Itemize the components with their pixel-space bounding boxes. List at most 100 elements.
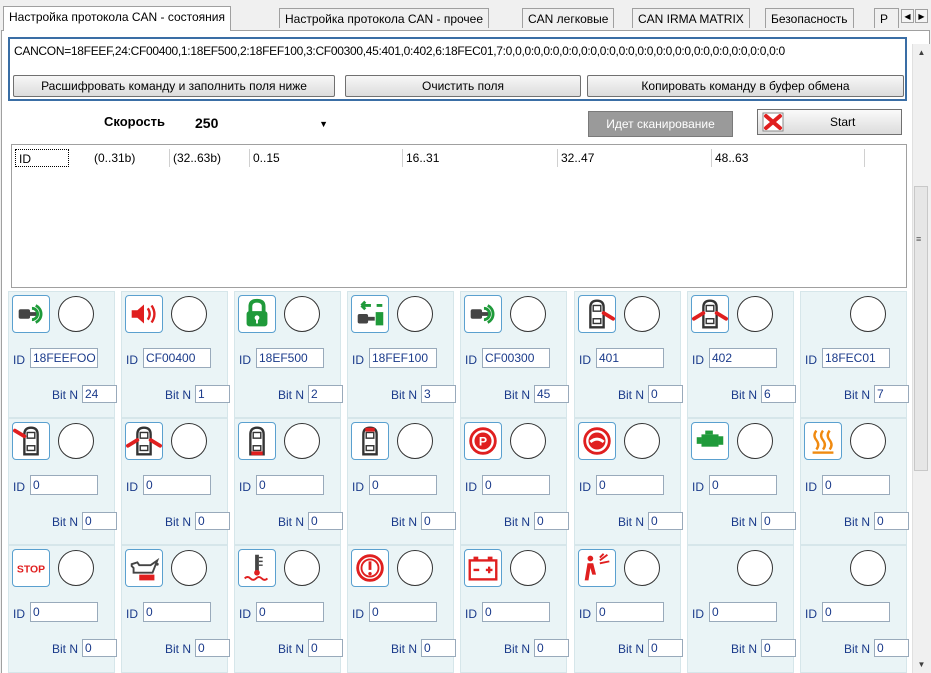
bit-input[interactable]: 2 bbox=[308, 385, 343, 403]
car-doors-open-icon[interactable] bbox=[691, 295, 729, 333]
bit-input[interactable]: 6 bbox=[761, 385, 796, 403]
id-input[interactable]: 402 bbox=[709, 348, 777, 368]
key-signal-icon[interactable] bbox=[464, 295, 502, 333]
warning-circle-icon[interactable] bbox=[351, 549, 389, 587]
id-input[interactable]: 0 bbox=[30, 475, 98, 495]
padlock-icon[interactable] bbox=[238, 295, 276, 333]
key-arrow-icon[interactable] bbox=[351, 295, 389, 333]
id-input[interactable]: 18FEF100 bbox=[369, 348, 437, 368]
id-input[interactable]: 0 bbox=[709, 602, 777, 622]
bit-input[interactable]: 0 bbox=[195, 512, 230, 530]
id-input[interactable]: 0 bbox=[822, 475, 890, 495]
command-string[interactable]: CANCON=18FEEF,24:CF00400,1:18EF500,2:18F… bbox=[14, 44, 899, 60]
col-header-32-47[interactable]: 32..47 bbox=[558, 149, 712, 167]
car-doors-open-icon[interactable] bbox=[125, 422, 163, 460]
bit-input[interactable]: 0 bbox=[874, 639, 909, 657]
battery-icon[interactable] bbox=[464, 549, 502, 587]
bit-input[interactable]: 0 bbox=[195, 639, 230, 657]
bit-input[interactable]: 1 bbox=[195, 385, 230, 403]
vertical-scrollbar[interactable]: ▲ ≡ ▼ bbox=[912, 44, 930, 673]
speed-select[interactable]: 250 ▼ bbox=[190, 111, 333, 135]
id-input[interactable]: 0 bbox=[369, 602, 437, 622]
tab-can-other[interactable]: Настройка протокола CAN - прочее bbox=[279, 8, 490, 28]
bit-input[interactable]: 0 bbox=[534, 512, 569, 530]
clear-fields-button[interactable]: Очистить поля bbox=[345, 75, 581, 97]
id-input[interactable]: CF00300 bbox=[482, 348, 550, 368]
id-input[interactable]: 0 bbox=[596, 602, 664, 622]
scroll-thumb[interactable] bbox=[914, 186, 928, 471]
tab-scroll-left-icon[interactable]: ◀ bbox=[901, 9, 914, 23]
tab-partial[interactable]: P bbox=[874, 8, 899, 28]
id-input[interactable]: 0 bbox=[822, 602, 890, 622]
bit-label: Bit N bbox=[504, 388, 531, 402]
car-door-right-icon[interactable] bbox=[578, 295, 616, 333]
id-input[interactable]: 0 bbox=[709, 475, 777, 495]
bit-input[interactable]: 0 bbox=[648, 385, 683, 403]
bit-input[interactable]: 3 bbox=[421, 385, 456, 403]
id-input[interactable]: 0 bbox=[482, 602, 550, 622]
horn-icon[interactable] bbox=[125, 295, 163, 333]
heater-icon[interactable] bbox=[804, 422, 842, 460]
id-input[interactable]: 0 bbox=[143, 602, 211, 622]
col-header-48-63[interactable]: 48..63 bbox=[712, 149, 865, 167]
signal-cell: ID 18FEC01 Bit N7 bbox=[800, 291, 909, 418]
id-input[interactable]: 401 bbox=[596, 348, 664, 368]
bit-input[interactable]: 0 bbox=[761, 639, 796, 657]
tab-scroll-right-icon[interactable]: ▶ bbox=[915, 9, 928, 23]
engine-icon[interactable] bbox=[691, 422, 729, 460]
bit-input[interactable]: 0 bbox=[874, 512, 909, 530]
tab-security[interactable]: Безопасность bbox=[765, 8, 854, 28]
stop-icon[interactable]: STOP bbox=[12, 549, 50, 587]
signal-cell: ID CF00300 Bit N 45 bbox=[460, 291, 569, 418]
bit-input[interactable]: 0 bbox=[82, 639, 117, 657]
id-input[interactable]: 0 bbox=[369, 475, 437, 495]
oil-can-icon[interactable] bbox=[125, 549, 163, 587]
id-input[interactable]: 0 bbox=[256, 475, 324, 495]
col-header-0-15[interactable]: 0..15 bbox=[250, 149, 403, 167]
bit-input[interactable]: 0 bbox=[421, 639, 456, 657]
coolant-temp-icon[interactable] bbox=[238, 549, 276, 587]
id-input[interactable]: 18EF500 bbox=[256, 348, 324, 368]
id-input[interactable]: 0 bbox=[30, 602, 98, 622]
bit-input[interactable]: 0 bbox=[534, 639, 569, 657]
scroll-up-icon[interactable]: ▲ bbox=[913, 44, 930, 61]
id-input[interactable]: 0 bbox=[482, 475, 550, 495]
id-label: ID bbox=[239, 480, 251, 494]
tab-can-irma[interactable]: CAN IRMA MATRIX bbox=[632, 8, 750, 28]
col-header-32-63b[interactable]: (32..63b) bbox=[170, 149, 250, 167]
car-hood-icon[interactable] bbox=[351, 422, 389, 460]
col-header-16-31[interactable]: 16..31 bbox=[403, 149, 558, 167]
bit-input[interactable]: 0 bbox=[82, 512, 117, 530]
copy-command-button[interactable]: Копировать команду в буфер обмена bbox=[587, 75, 904, 97]
tab-can-states[interactable]: Настройка протокола CAN - состояния bbox=[3, 6, 231, 31]
scroll-down-icon[interactable]: ▼ bbox=[913, 656, 930, 673]
chevron-down-icon[interactable]: ▼ bbox=[319, 119, 328, 129]
tab-can-cars[interactable]: CAN легковые bbox=[522, 8, 615, 28]
id-input[interactable]: 0 bbox=[256, 602, 324, 622]
start-button[interactable]: Start bbox=[757, 109, 902, 135]
airbag-icon[interactable] bbox=[578, 549, 616, 587]
id-input[interactable]: 0 bbox=[596, 475, 664, 495]
bit-input[interactable]: 0 bbox=[308, 512, 343, 530]
parking-brake-icon[interactable]: P bbox=[464, 422, 502, 460]
id-input[interactable]: 18FEC01 bbox=[822, 348, 890, 368]
id-input[interactable]: 18FEEFOO bbox=[30, 348, 98, 368]
bit-input[interactable]: 24 bbox=[82, 385, 117, 403]
bit-input[interactable]: 7 bbox=[874, 385, 909, 403]
car-door-left-icon[interactable] bbox=[12, 422, 50, 460]
brake-warning-icon[interactable] bbox=[578, 422, 616, 460]
id-input[interactable]: 0 bbox=[143, 475, 211, 495]
bit-input[interactable]: 0 bbox=[648, 639, 683, 657]
bit-input[interactable]: 0 bbox=[421, 512, 456, 530]
decode-command-button[interactable]: Расшифровать команду и заполнить поля ни… bbox=[13, 75, 335, 97]
bit-input[interactable]: 0 bbox=[648, 512, 683, 530]
key-signal-icon[interactable] bbox=[12, 295, 50, 333]
col-header-id[interactable]: ID bbox=[15, 149, 69, 167]
bit-label: Bit N bbox=[52, 642, 79, 656]
id-input[interactable]: CF00400 bbox=[143, 348, 211, 368]
bit-input[interactable]: 45 bbox=[534, 385, 569, 403]
car-trunk-icon[interactable] bbox=[238, 422, 276, 460]
col-header-0-31b[interactable]: (0..31b) bbox=[91, 149, 170, 167]
bit-input[interactable]: 0 bbox=[761, 512, 796, 530]
bit-input[interactable]: 0 bbox=[308, 639, 343, 657]
